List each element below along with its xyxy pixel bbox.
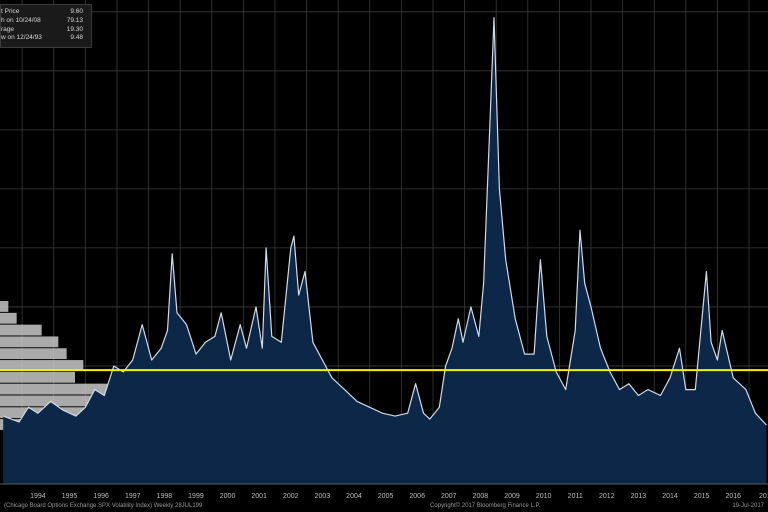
- legend-row-last-price: t Price 9.60: [1, 8, 87, 17]
- legend-value: 9.60: [70, 8, 83, 15]
- histogram-bar: [0, 312, 17, 324]
- x-tick-label: 2007: [441, 493, 457, 500]
- x-tick-label: 2008: [473, 493, 489, 500]
- footer-bar: (Chicago Board Options Exchange SPX Vola…: [0, 500, 768, 512]
- legend-row-high: h on 10/24/08 79.13: [1, 17, 87, 26]
- series-line: [2, 17, 767, 426]
- x-tick-label: 2011: [568, 493, 583, 500]
- x-tick-label: 1996: [93, 493, 109, 500]
- histogram-bar: [0, 301, 9, 312]
- x-tick-label: 2016: [725, 493, 741, 500]
- x-tick-label: 2000: [220, 493, 236, 500]
- x-axis: 1994 1995 1996 1997 1998 1999 2000 2001 2002 2003…: [0, 483, 768, 500]
- legend-value: 9.48: [70, 34, 83, 42]
- x-tick-label: 2014: [662, 493, 678, 500]
- histogram-bar: [0, 383, 109, 395]
- legend-value: 19.30: [66, 25, 83, 33]
- footer-date-text: 19-Jul-2017: [732, 503, 764, 509]
- x-tick-label: 2004: [346, 493, 362, 500]
- x-tick-label: 1994: [30, 493, 46, 500]
- x-tick-label: 2009: [504, 493, 520, 500]
- footer-copyright-text: Copyright© 2017 Bloomberg Finance L.P.: [430, 503, 541, 509]
- x-tick-label: 201: [759, 493, 768, 500]
- histogram-bar: [0, 371, 75, 383]
- legend-label: rage: [1, 25, 15, 33]
- legend-value: 79.13: [66, 16, 83, 24]
- legend-box: t Price 9.60 h on 10/24/08 79.13 rage 19…: [0, 4, 92, 48]
- chart-window: 1994 1995 1996 1997 1998 1999 2000 2001 2002 2003…: [0, 0, 768, 512]
- x-tick-label: 2003: [315, 493, 331, 500]
- x-tick-label: 2002: [283, 493, 299, 500]
- x-tick-label: 2006: [409, 493, 425, 500]
- x-tick-label: 1995: [62, 493, 78, 500]
- x-tick-label: 2001: [251, 493, 267, 500]
- histogram-bar: [0, 348, 67, 360]
- x-tick-label: 2015: [694, 493, 710, 500]
- x-tick-label: 1998: [157, 493, 173, 500]
- legend-label: h on 10/24/08: [1, 16, 41, 24]
- x-tick-label: 2012: [599, 493, 615, 500]
- legend-row-low: w on 12/24/93 9.48: [1, 34, 87, 43]
- x-tick-label: 2013: [631, 493, 647, 500]
- footer-source-text: (Chicago Board Options Exchange SPX Vola…: [4, 503, 203, 509]
- vix-chart: 1994 1995 1996 1997 1998 1999 2000 2001 2002 2003…: [0, 0, 768, 500]
- x-tick-label: 2010: [536, 493, 552, 500]
- legend-label: w on 12/24/93: [1, 34, 42, 42]
- area-layer: [2, 17, 767, 484]
- x-tick-label: 1997: [125, 493, 141, 500]
- legend-label: t Price: [1, 8, 20, 15]
- x-tick-label: 2005: [378, 493, 394, 500]
- legend-row-average: rage 19.30: [1, 26, 87, 35]
- histogram-bar: [0, 336, 59, 348]
- x-tick-label: 1999: [188, 493, 204, 500]
- histogram-bar: [0, 324, 42, 336]
